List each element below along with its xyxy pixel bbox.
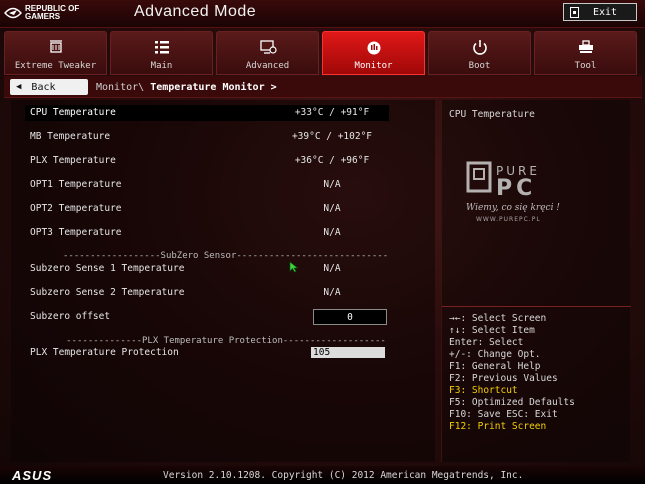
footer-bar: ASUS Version 2.10.1208. Copyright (C) 20… (0, 466, 645, 484)
header-bar: REPUBLIC OF GAMERS Advanced Mode Exit (0, 0, 645, 28)
tab-label: Tool (574, 61, 597, 71)
power-icon (471, 39, 489, 55)
exit-label: Exit (593, 6, 618, 18)
tab-tool[interactable]: Tool (534, 31, 637, 75)
back-label: Back (31, 81, 56, 93)
back-button[interactable]: ◀ Back (10, 79, 88, 95)
row-label: OPT2 Temperature (30, 203, 122, 214)
row-value: +36°C / +96°F (294, 155, 370, 166)
watermark-url: WWW.PUREPC.PL (476, 216, 541, 223)
rog-eye-icon (4, 7, 22, 19)
row-value: N/A (323, 179, 341, 190)
extreme-tweaker-icon (47, 39, 65, 55)
row-label: Subzero Sense 2 Temperature (30, 287, 185, 298)
key-hint: Enter: Select (449, 337, 524, 348)
tab-main[interactable]: Main (110, 31, 213, 75)
row-mb-temperature[interactable]: MB Temperature +39°C / +102°F (25, 129, 389, 145)
row-value: +39°C / +102°F (291, 131, 373, 142)
key-hint-print-screen[interactable]: F12: Print Screen (449, 421, 575, 433)
row-label: Subzero Sense 1 Temperature (30, 263, 185, 274)
breadcrumb-bar: ◀ Back Monitor\ Temperature Monitor > (4, 76, 642, 98)
key-hint: F5: Optimized Defaults (449, 397, 575, 408)
row-subzero-sense-2[interactable]: Subzero Sense 2 Temperature N/A (25, 285, 389, 301)
main-tabs: Extreme Tweaker Main Advanced Monitor Bo… (4, 31, 642, 75)
row-label: OPT1 Temperature (30, 179, 122, 190)
asus-logo: ASUS (12, 468, 53, 483)
tab-monitor[interactable]: Monitor (322, 31, 425, 75)
breadcrumb: Monitor\ Temperature Monitor > (96, 82, 277, 93)
back-arrow-icon: ◀ (16, 82, 22, 92)
key-hint-shortcut[interactable]: F3: Shortcut (449, 385, 575, 397)
help-title: CPU Temperature (449, 109, 535, 120)
tab-label: Extreme Tweaker (14, 61, 97, 71)
row-opt1-temperature[interactable]: OPT1 Temperature N/A (25, 177, 389, 193)
mode-title: Advanced Mode (134, 3, 257, 20)
breadcrumb-current: Temperature Monitor > (150, 82, 277, 93)
subzero-offset-input[interactable]: 0 (313, 309, 387, 325)
key-hint: ↑↓: Select Item (449, 325, 535, 336)
tab-label: Advanced (245, 61, 290, 71)
row-label: PLX Temperature (30, 155, 116, 166)
help-panel: CPU Temperature PURE PC Wiemy, co się kr… (441, 100, 631, 462)
version-text: Version 2.10.1208. Copyright (C) 2012 Am… (163, 470, 524, 481)
mouse-cursor-icon (289, 261, 299, 273)
tab-label: Boot (468, 61, 491, 71)
row-label: Subzero offset (30, 311, 111, 322)
breadcrumb-parent[interactable]: Monitor\ (96, 82, 144, 93)
row-label: OPT3 Temperature (30, 227, 122, 238)
watermark-pc: PC (496, 176, 536, 201)
row-value: N/A (323, 227, 341, 238)
purepc-watermark-logo: PURE PC Wiemy, co się kręci ! WWW.PUREPC… (466, 161, 560, 223)
row-cpu-temperature[interactable]: CPU Temperature +33°C / +91°F (25, 105, 389, 121)
subzero-sensor-separator: ------------------SubZero Sensor--------… (63, 251, 389, 261)
row-subzero-sense-1[interactable]: Subzero Sense 1 Temperature N/A (25, 261, 389, 277)
key-hint: F1: General Help (449, 361, 541, 372)
tab-advanced[interactable]: Advanced (216, 31, 319, 75)
key-hint: F10: Save ESC: Exit (449, 409, 558, 420)
key-hint: F2: Previous Values (449, 373, 558, 384)
help-divider (442, 306, 631, 307)
monitor-icon (365, 39, 383, 55)
row-opt3-temperature[interactable]: OPT3 Temperature N/A (25, 225, 389, 241)
settings-panel: CPU Temperature +33°C / +91°F MB Tempera… (11, 100, 435, 462)
row-plx-temperature[interactable]: PLX Temperature +36°C / +96°F (25, 153, 389, 169)
exit-icon (570, 6, 579, 18)
key-hint: →←: Select Screen (449, 313, 547, 324)
tool-icon (577, 39, 595, 55)
plx-protection-input[interactable]: 105 (311, 347, 385, 358)
bios-screen: REPUBLIC OF GAMERS Advanced Mode Exit Ex… (0, 0, 645, 484)
row-value: N/A (323, 287, 341, 298)
row-value: N/A (323, 203, 341, 214)
watermark-tagline: Wiemy, co się kręci ! (466, 203, 560, 213)
advanced-icon (259, 39, 277, 55)
key-legend: →←: Select Screen ↑↓: Select Item Enter:… (449, 313, 575, 433)
tab-boot[interactable]: Boot (428, 31, 531, 75)
tab-label: Monitor (354, 61, 393, 71)
key-hint: +/-: Change Opt. (449, 349, 541, 360)
row-value: +33°C / +91°F (294, 107, 370, 118)
tab-extreme-tweaker[interactable]: Extreme Tweaker (4, 31, 107, 75)
row-label: PLX Temperature Protection (30, 347, 179, 358)
row-label: MB Temperature (30, 131, 111, 142)
tab-label: Main (150, 61, 173, 71)
list-icon (153, 39, 171, 55)
exit-button[interactable]: Exit (563, 3, 637, 21)
rog-logo: REPUBLIC OF GAMERS (4, 2, 114, 24)
row-label: CPU Temperature (30, 107, 116, 118)
row-opt2-temperature[interactable]: OPT2 Temperature N/A (25, 201, 389, 217)
brand-line2: GAMERS (25, 12, 61, 21)
